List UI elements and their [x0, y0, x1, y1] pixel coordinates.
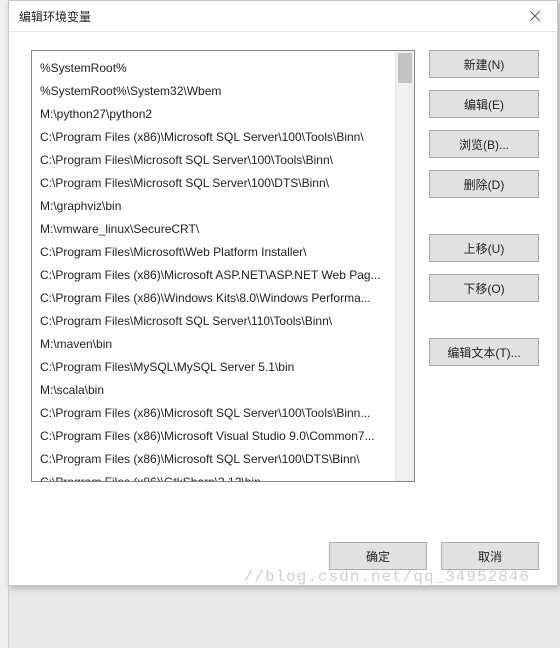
list-item[interactable]: C:\Program Files (x86)\Microsoft SQL Ser… — [40, 126, 412, 149]
list-item[interactable]: M:\vmware_linux\SecureCRT\ — [40, 218, 412, 241]
list-item[interactable]: C:\Program Files (x86)\Microsoft SQL Ser… — [40, 448, 412, 471]
side-button-column: 新建(N) 编辑(E) 浏览(B)... 删除(D) 上移(U) 下移(O) 编… — [429, 50, 539, 527]
list-item[interactable]: %SystemRoot%\System32\Wbem — [40, 80, 412, 103]
list-item[interactable]: M:\scala\bin — [40, 379, 412, 402]
cancel-button[interactable]: 取消 — [441, 542, 539, 570]
move-up-button[interactable]: 上移(U) — [429, 234, 539, 262]
edit-button[interactable]: 编辑(E) — [429, 90, 539, 118]
env-var-dialog: 编辑环境变量 %SystemRoot%%SystemRoot%\System32… — [8, 0, 558, 586]
move-down-button[interactable]: 下移(O) — [429, 274, 539, 302]
dialog-title: 编辑环境变量 — [19, 8, 513, 25]
list-item[interactable]: C:\Program Files\Microsoft\Web Platform … — [40, 241, 412, 264]
path-listbox[interactable]: %SystemRoot%%SystemRoot%\System32\WbemM:… — [31, 50, 415, 482]
list-item[interactable]: C:\Program Files\Microsoft SQL Server\10… — [40, 149, 412, 172]
new-button[interactable]: 新建(N) — [429, 50, 539, 78]
edit-text-button[interactable]: 编辑文本(T)... — [429, 338, 539, 366]
list-item[interactable]: C:\Program Files (x86)\Microsoft Visual … — [40, 425, 412, 448]
list-item[interactable]: C:\Program Files (x86)\GtkSharp\2.12\bin — [40, 471, 412, 481]
list-item[interactable]: C:\Program Files\Microsoft SQL Server\10… — [40, 172, 412, 195]
list-item[interactable]: C:\Program Files\Microsoft SQL Server\11… — [40, 310, 412, 333]
close-icon — [530, 11, 540, 21]
list-item[interactable]: C:\Program Files\MySQL\MySQL Server 5.1\… — [40, 356, 412, 379]
dialog-body: %SystemRoot%%SystemRoot%\System32\WbemM:… — [9, 32, 557, 527]
list-item[interactable]: M:\graphviz\bin — [40, 195, 412, 218]
close-button[interactable] — [513, 1, 557, 31]
list-item[interactable]: C:\Program Files (x86)\Microsoft SQL Ser… — [40, 402, 412, 425]
dialog-footer: 确定 取消 — [9, 527, 557, 585]
browse-button[interactable]: 浏览(B)... — [429, 130, 539, 158]
scrollbar[interactable] — [395, 51, 414, 481]
list-item[interactable]: C:\Program Files (x86)\Microsoft ASP.NET… — [40, 264, 412, 287]
list-item[interactable]: M:\maven\bin — [40, 333, 412, 356]
list-item[interactable]: C:\Program Files (x86)\Windows Kits\8.0\… — [40, 287, 412, 310]
scrollbar-thumb[interactable] — [398, 53, 412, 83]
titlebar: 编辑环境变量 — [9, 1, 557, 32]
ok-button[interactable]: 确定 — [329, 542, 427, 570]
delete-button[interactable]: 删除(D) — [429, 170, 539, 198]
list-item[interactable]: %SystemRoot% — [40, 57, 412, 80]
path-list: %SystemRoot%%SystemRoot%\System32\WbemM:… — [32, 51, 414, 481]
list-item[interactable]: M:\python27\python2 — [40, 103, 412, 126]
